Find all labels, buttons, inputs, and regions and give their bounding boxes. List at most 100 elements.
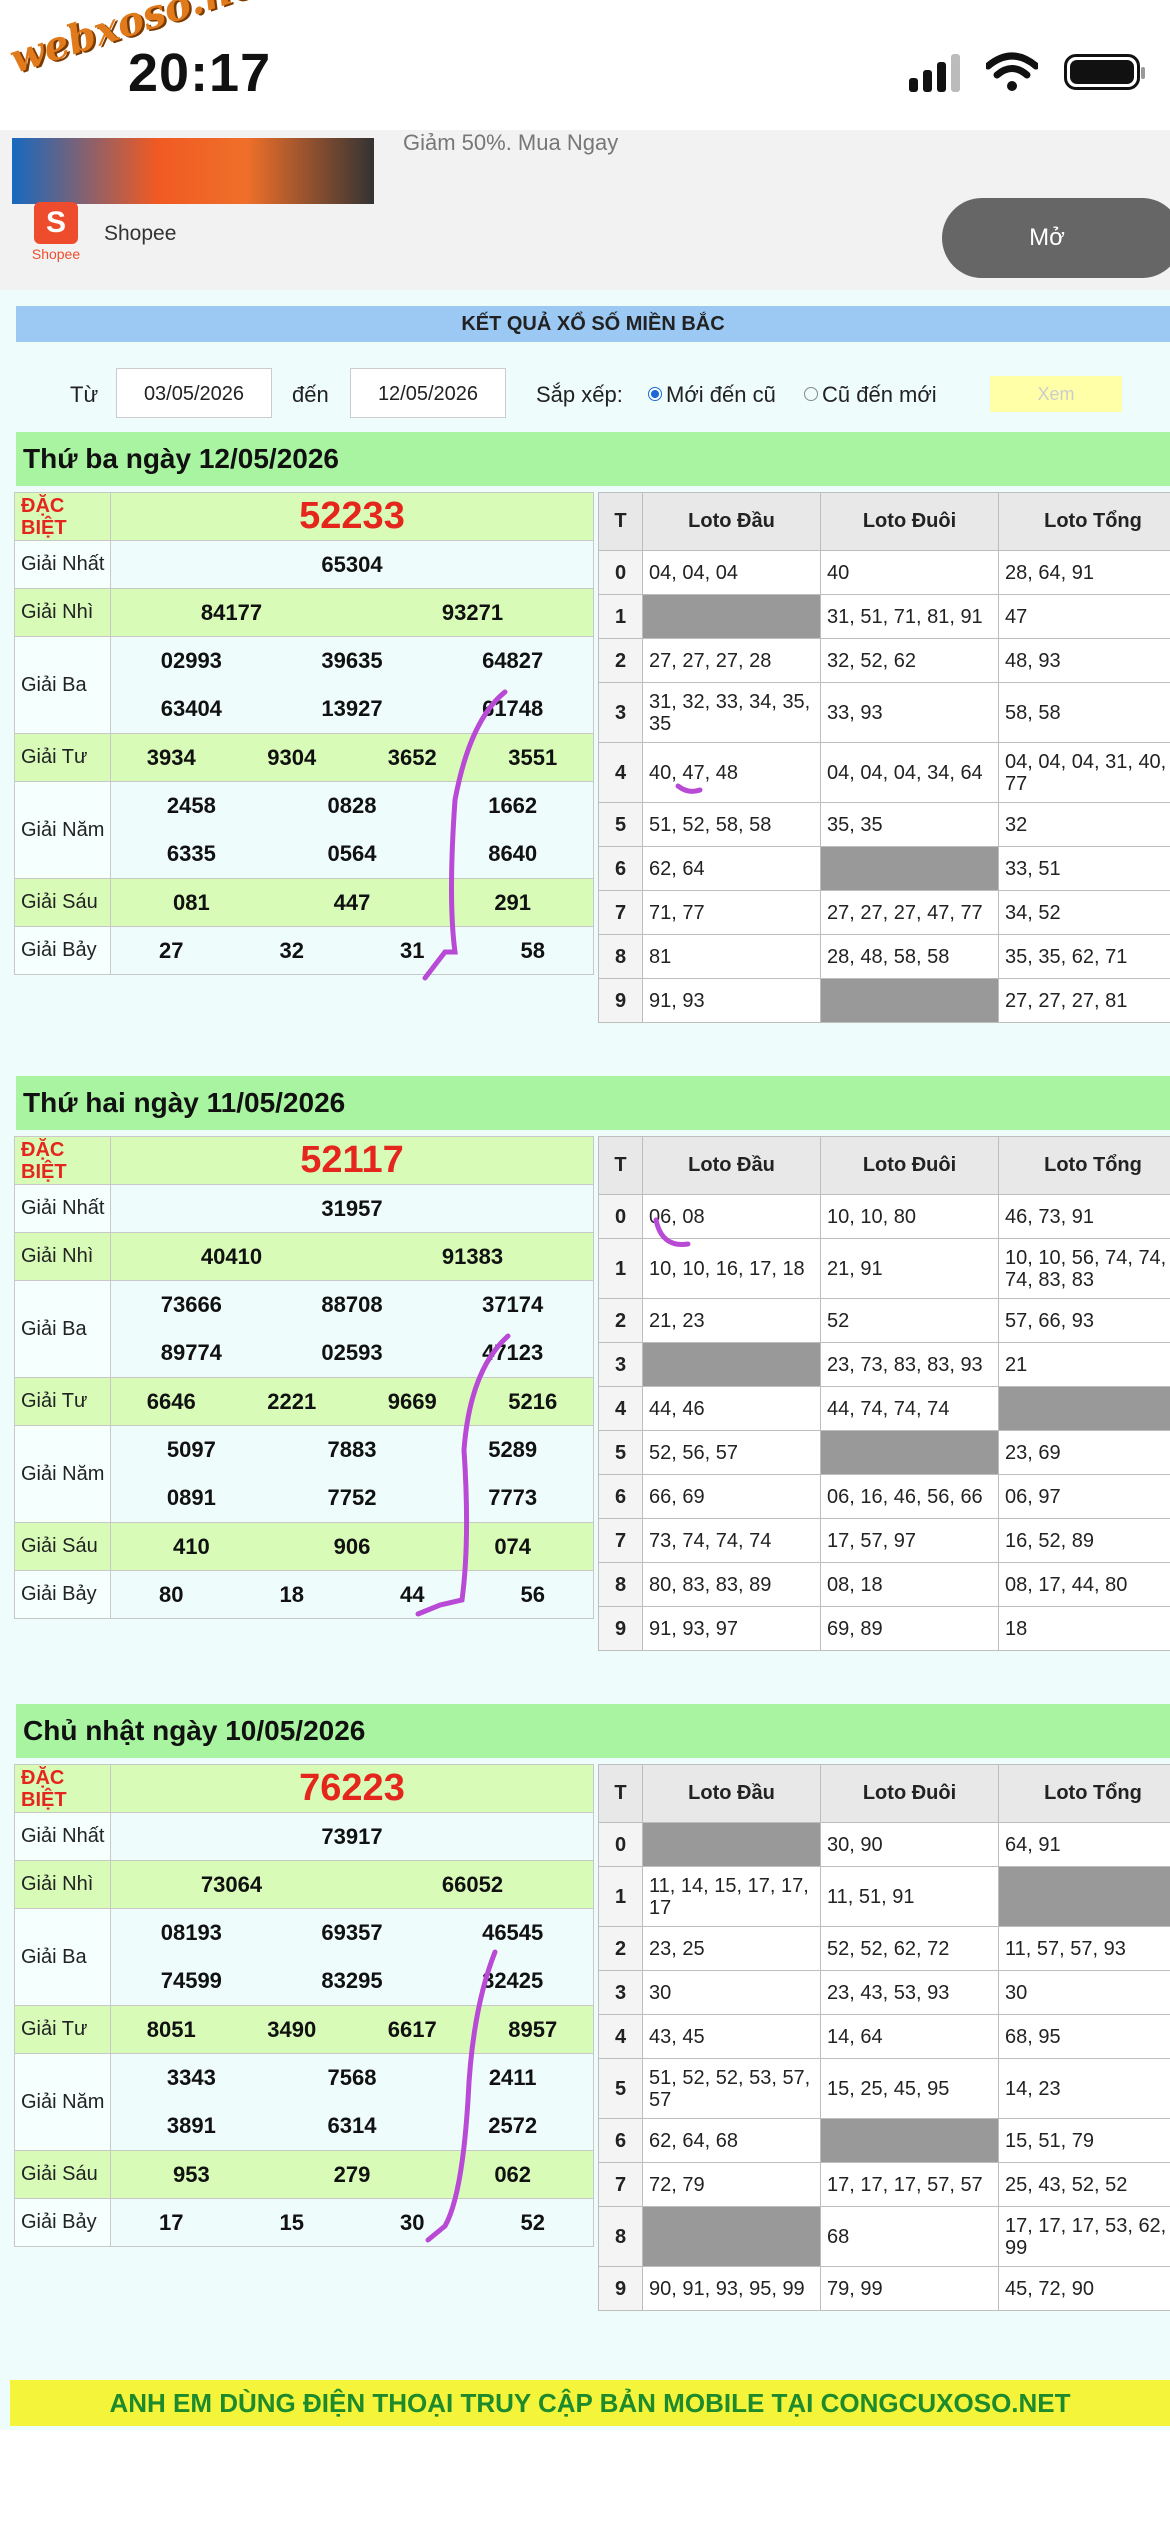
prize-name: Giải Nhì bbox=[14, 1860, 111, 1909]
loto-digit: 2 bbox=[598, 638, 643, 683]
mobile-notice[interactable]: ANH EM DÙNG ĐIỆN THOẠI TRUY CẬP BẢN MOBI… bbox=[10, 2380, 1170, 2426]
prize-number: 8051 bbox=[146, 2016, 196, 2042]
loto-header-duoi: Loto Đuôi bbox=[820, 1136, 999, 1195]
loto-digit: 2 bbox=[598, 1298, 643, 1343]
ad-open-button[interactable]: Mở bbox=[942, 198, 1170, 278]
radio-selected-icon[interactable] bbox=[648, 387, 662, 402]
prize-number: 7883 bbox=[327, 1437, 377, 1462]
sort-label: Sắp xếp: bbox=[536, 382, 623, 407]
prize-number: 56 bbox=[520, 1581, 545, 1607]
wifi-icon bbox=[986, 52, 1038, 91]
loto-dau-cell: 51, 52, 52, 53, 57, 57 bbox=[642, 2058, 821, 2119]
loto-row: 8 81 28, 48, 58, 58 35, 35, 62, 71 bbox=[598, 934, 1170, 979]
prize-number: 66052 bbox=[441, 1871, 504, 1897]
prize-number: 279 bbox=[333, 2161, 371, 2187]
loto-row: 1 11, 14, 15, 17, 17, 17 11, 51, 91 bbox=[598, 1866, 1170, 1927]
sort-old-label: Cũ đến mới bbox=[822, 382, 937, 407]
prize-table: ĐẶC BIỆT 52117 Giải Nhất 31957 Giải Nhì … bbox=[14, 1136, 594, 1619]
prize-name: Giải Bảy bbox=[14, 926, 111, 975]
shopee-bag-icon: S bbox=[34, 202, 78, 244]
loto-dau-cell: 71, 77 bbox=[642, 890, 821, 935]
loto-dau-cell bbox=[642, 594, 821, 639]
loto-table: T Loto Đầu Loto Đuôi Loto Tổng 0 04, 04,… bbox=[598, 492, 1170, 1023]
loto-dau-cell: 21, 23 bbox=[642, 1298, 821, 1343]
loto-digit: 6 bbox=[598, 846, 643, 891]
loto-duoi-cell: 21, 91 bbox=[820, 1238, 999, 1299]
prize-number: 40410 bbox=[200, 1243, 263, 1269]
loto-duoi-cell bbox=[820, 2118, 999, 2163]
loto-row: 2 27, 27, 27, 28 32, 52, 62 48, 93 bbox=[598, 638, 1170, 683]
prize-number: 02993 bbox=[160, 648, 222, 673]
prize-number: 83295 bbox=[321, 1968, 383, 1993]
prize-number: 63404 bbox=[160, 696, 222, 721]
to-date-input[interactable]: 12/05/2026 bbox=[350, 368, 506, 418]
ad-banner[interactable]: Giảm 50%. Mua Ngay S Shopee Shopee Mở bbox=[0, 130, 1170, 290]
loto-digit: 5 bbox=[598, 2058, 643, 2119]
loto-tong-cell: 11, 57, 57, 93 bbox=[998, 1926, 1170, 1971]
prize-number: 58 bbox=[520, 937, 545, 963]
loto-dau-cell: 23, 25 bbox=[642, 1926, 821, 1971]
loto-tong-cell: 30 bbox=[998, 1970, 1170, 2015]
radio-icon[interactable] bbox=[804, 387, 818, 402]
loto-dau-cell: 51, 52, 58, 58 bbox=[642, 802, 821, 847]
loto-row: 6 62, 64, 68 15, 51, 79 bbox=[598, 2118, 1170, 2163]
sort-new-label: Mới đến cũ bbox=[666, 382, 776, 407]
loto-tong-cell: 04, 04, 04, 31, 40, 77 bbox=[998, 742, 1170, 803]
loto-digit: 4 bbox=[598, 2014, 643, 2059]
loto-tong-cell: 34, 52 bbox=[998, 890, 1170, 935]
loto-tong-cell: 18 bbox=[998, 1606, 1170, 1651]
loto-header-t: T bbox=[598, 1136, 643, 1195]
prize-number: 27 bbox=[159, 937, 184, 963]
loto-duoi-cell: 04, 04, 04, 34, 64 bbox=[820, 742, 999, 803]
prize-number: 88708 bbox=[321, 1292, 383, 1317]
sort-old-to-new[interactable]: Cũ đến mới bbox=[804, 382, 937, 408]
prize-name: Giải Ba bbox=[14, 1280, 111, 1378]
prize-number: 93271 bbox=[441, 599, 504, 625]
prize-name: ĐẶC BIỆT bbox=[14, 1764, 111, 1813]
loto-dau-cell: 91, 93, 97 bbox=[642, 1606, 821, 1651]
prize-name: Giải Tư bbox=[14, 2005, 111, 2054]
loto-duoi-cell bbox=[820, 846, 999, 891]
loto-dau-cell: 43, 45 bbox=[642, 2014, 821, 2059]
loto-dau-cell: 80, 83, 83, 89 bbox=[642, 1562, 821, 1607]
loto-tong-cell: 25, 43, 52, 52 bbox=[998, 2162, 1170, 2207]
prize-name: Giải Sáu bbox=[14, 1522, 111, 1571]
loto-dau-cell: 04, 04, 04 bbox=[642, 550, 821, 595]
loto-tong-cell: 23, 69 bbox=[998, 1430, 1170, 1475]
loto-tong-cell: 45, 72, 90 bbox=[998, 2266, 1170, 2311]
prize-number: 2221 bbox=[267, 1388, 317, 1414]
special-prize-number: 52117 bbox=[110, 1136, 594, 1185]
ad-image[interactable] bbox=[12, 138, 374, 204]
loto-dau-cell: 11, 14, 15, 17, 17, 17 bbox=[642, 1866, 821, 1927]
loto-header-dau: Loto Đầu bbox=[642, 1764, 821, 1823]
loto-dau-cell: 30 bbox=[642, 1970, 821, 2015]
loto-row: 3 30 23, 43, 53, 93 30 bbox=[598, 1970, 1170, 2015]
prize-number: 6314 bbox=[327, 2113, 377, 2138]
ad-headline[interactable]: Giảm 50%. Mua Ngay bbox=[403, 130, 618, 156]
prize-number: 6335 bbox=[166, 841, 216, 866]
prize-name: ĐẶC BIỆT bbox=[14, 1136, 111, 1185]
view-button[interactable]: Xem bbox=[990, 376, 1122, 412]
prize-number: 9304 bbox=[267, 744, 317, 770]
loto-dau-cell: 66, 69 bbox=[642, 1474, 821, 1519]
prize-name: Giải Ba bbox=[14, 1908, 111, 2006]
loto-tong-cell: 16, 52, 89 bbox=[998, 1518, 1170, 1563]
loto-row: 6 66, 69 06, 16, 46, 56, 66 06, 97 bbox=[598, 1474, 1170, 1519]
from-date-input[interactable]: 03/05/2026 bbox=[116, 368, 272, 418]
loto-digit: 3 bbox=[598, 682, 643, 743]
prize-name: Giải Nhất bbox=[14, 1812, 111, 1861]
loto-digit: 8 bbox=[598, 1562, 643, 1607]
prize-number: 32 bbox=[279, 937, 304, 963]
sort-new-to-old[interactable]: Mới đến cũ bbox=[648, 382, 776, 408]
loto-duoi-cell: 14, 64 bbox=[820, 2014, 999, 2059]
prize-number: 15 bbox=[279, 2209, 304, 2235]
prize-number: 291 bbox=[494, 889, 532, 915]
prize-number: 39635 bbox=[321, 648, 383, 673]
loto-row: 9 91, 93 27, 27, 27, 81 bbox=[598, 978, 1170, 1023]
prize-number: 30 bbox=[400, 2209, 425, 2235]
loto-row: 5 51, 52, 52, 53, 57, 57 15, 25, 45, 95 … bbox=[598, 2058, 1170, 2119]
prize-number: 89774 bbox=[160, 1340, 222, 1365]
prize-number: 80 bbox=[159, 1581, 184, 1607]
loto-tong-cell: 48, 93 bbox=[998, 638, 1170, 683]
loto-dau-cell: 90, 91, 93, 95, 99 bbox=[642, 2266, 821, 2311]
